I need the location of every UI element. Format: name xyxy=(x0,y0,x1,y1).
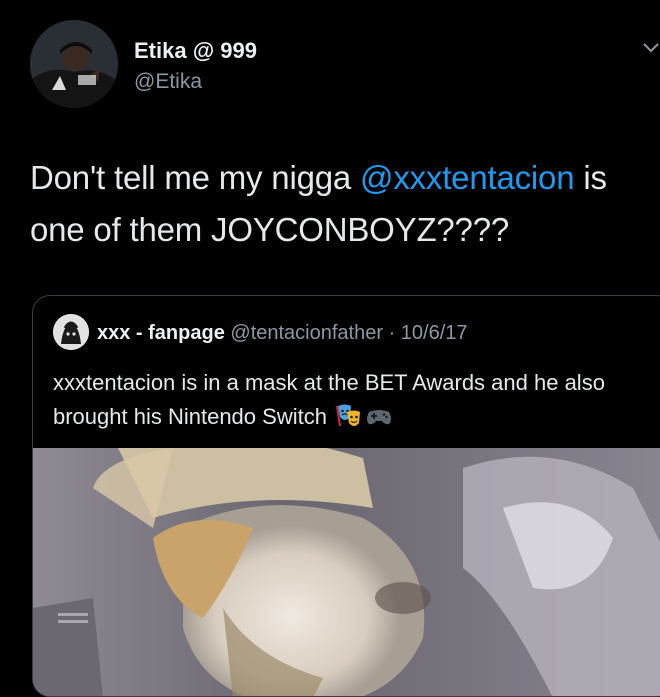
tweet-text-before: Don't tell me my nigga xyxy=(30,159,361,196)
quoted-tweet-date[interactable]: 10/6/17 xyxy=(401,322,468,344)
quoted-author-avatar[interactable] xyxy=(53,314,89,350)
tweet: Etika @ 999 @Etika Don't tell me my nigg… xyxy=(0,0,660,697)
quoted-tweet-media[interactable] xyxy=(33,448,660,696)
quoted-tweet-card[interactable]: xxx - fanpage @tentacionfather · 10/6/17… xyxy=(32,295,660,697)
author-handle[interactable]: @Etika xyxy=(134,70,202,94)
quoted-author-name[interactable]: xxx - fanpage xyxy=(97,322,225,344)
quoted-author-handle[interactable]: @tentacionfather xyxy=(230,322,383,344)
author-avatar[interactable] xyxy=(30,20,118,108)
mention-link[interactable]: @xxxtentacion xyxy=(360,159,575,196)
header-separator: · xyxy=(383,322,401,344)
chevron-down-icon[interactable] xyxy=(642,38,660,56)
author-name[interactable]: Etika @ 999 xyxy=(134,38,257,64)
performing-arts-icon xyxy=(335,402,363,430)
tweet-text: Don't tell me my nigga @xxxtentacion is … xyxy=(30,152,655,256)
game-controller-icon xyxy=(365,402,393,430)
quoted-text-body: xxxtentacion is in a mask at the BET Awa… xyxy=(53,370,605,429)
media-image xyxy=(33,448,660,696)
quoted-tweet-header: xxx - fanpage @tentacionfather · 10/6/17 xyxy=(97,322,468,345)
quoted-tweet-text: xxxtentacion is in a mask at the BET Awa… xyxy=(53,366,643,434)
avatar-image xyxy=(30,20,118,108)
